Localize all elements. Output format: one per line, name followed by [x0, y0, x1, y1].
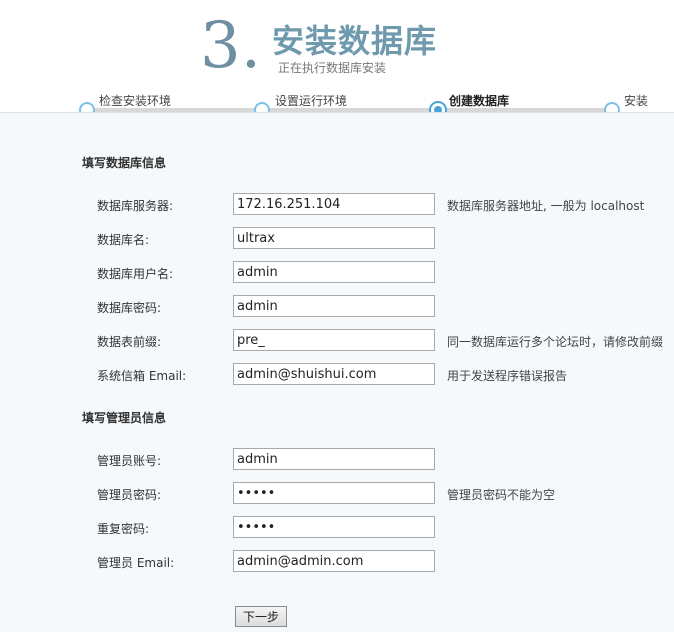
- db-host-hint: 数据库服务器地址, 一般为 localhost: [447, 199, 645, 213]
- db-password-label: 数据库密码:: [97, 301, 162, 315]
- admin-password-input[interactable]: [233, 482, 435, 504]
- step-label-3: 创建数据库: [449, 94, 510, 108]
- db-password-input[interactable]: [233, 295, 435, 317]
- db-host-label: 数据库服务器:: [97, 199, 174, 213]
- db-name-input[interactable]: [233, 227, 435, 249]
- admin-section-title: 填写管理员信息: [82, 411, 167, 425]
- db-user-label: 数据库用户名:: [97, 267, 174, 281]
- admin-password-hint: 管理员密码不能为空: [447, 488, 556, 502]
- db-name-label: 数据库名:: [97, 233, 150, 247]
- installer-header: 3. 安装数据库 正在执行数据库安装 检查安装环境 设置运行环境 创建数据库 安…: [0, 0, 674, 119]
- admin-email-input[interactable]: [233, 550, 435, 572]
- admin-email-label: 管理员 Email:: [97, 556, 175, 570]
- admin-password-label: 管理员密码:: [97, 488, 162, 502]
- db-user-input[interactable]: [233, 261, 435, 283]
- page-subtitle: 正在执行数据库安装: [278, 61, 387, 75]
- step-label-2: 设置运行环境: [275, 94, 348, 108]
- next-step-button[interactable]: 下一步: [235, 606, 287, 627]
- db-host-input[interactable]: [233, 193, 435, 215]
- admin-account-input[interactable]: [233, 448, 435, 470]
- system-email-input[interactable]: [233, 363, 435, 385]
- step-label-4: 安装: [624, 94, 649, 108]
- page-title: 安装数据库: [272, 22, 438, 60]
- db-section-title: 填写数据库信息: [82, 156, 167, 170]
- table-prefix-input[interactable]: [233, 329, 435, 351]
- system-email-hint: 用于发送程序错误报告: [447, 369, 568, 383]
- step-number: 3.: [200, 9, 262, 83]
- repeat-password-label: 重复密码:: [97, 522, 150, 536]
- step-label-1: 检查安装环境: [99, 94, 172, 108]
- repeat-password-input[interactable]: [233, 516, 435, 538]
- admin-account-label: 管理员账号:: [97, 454, 162, 468]
- table-prefix-hint: 同一数据库运行多个论坛时，请修改前缀: [447, 335, 664, 349]
- table-prefix-label: 数据表前缀:: [97, 335, 162, 349]
- system-email-label: 系统信箱 Email:: [97, 369, 187, 383]
